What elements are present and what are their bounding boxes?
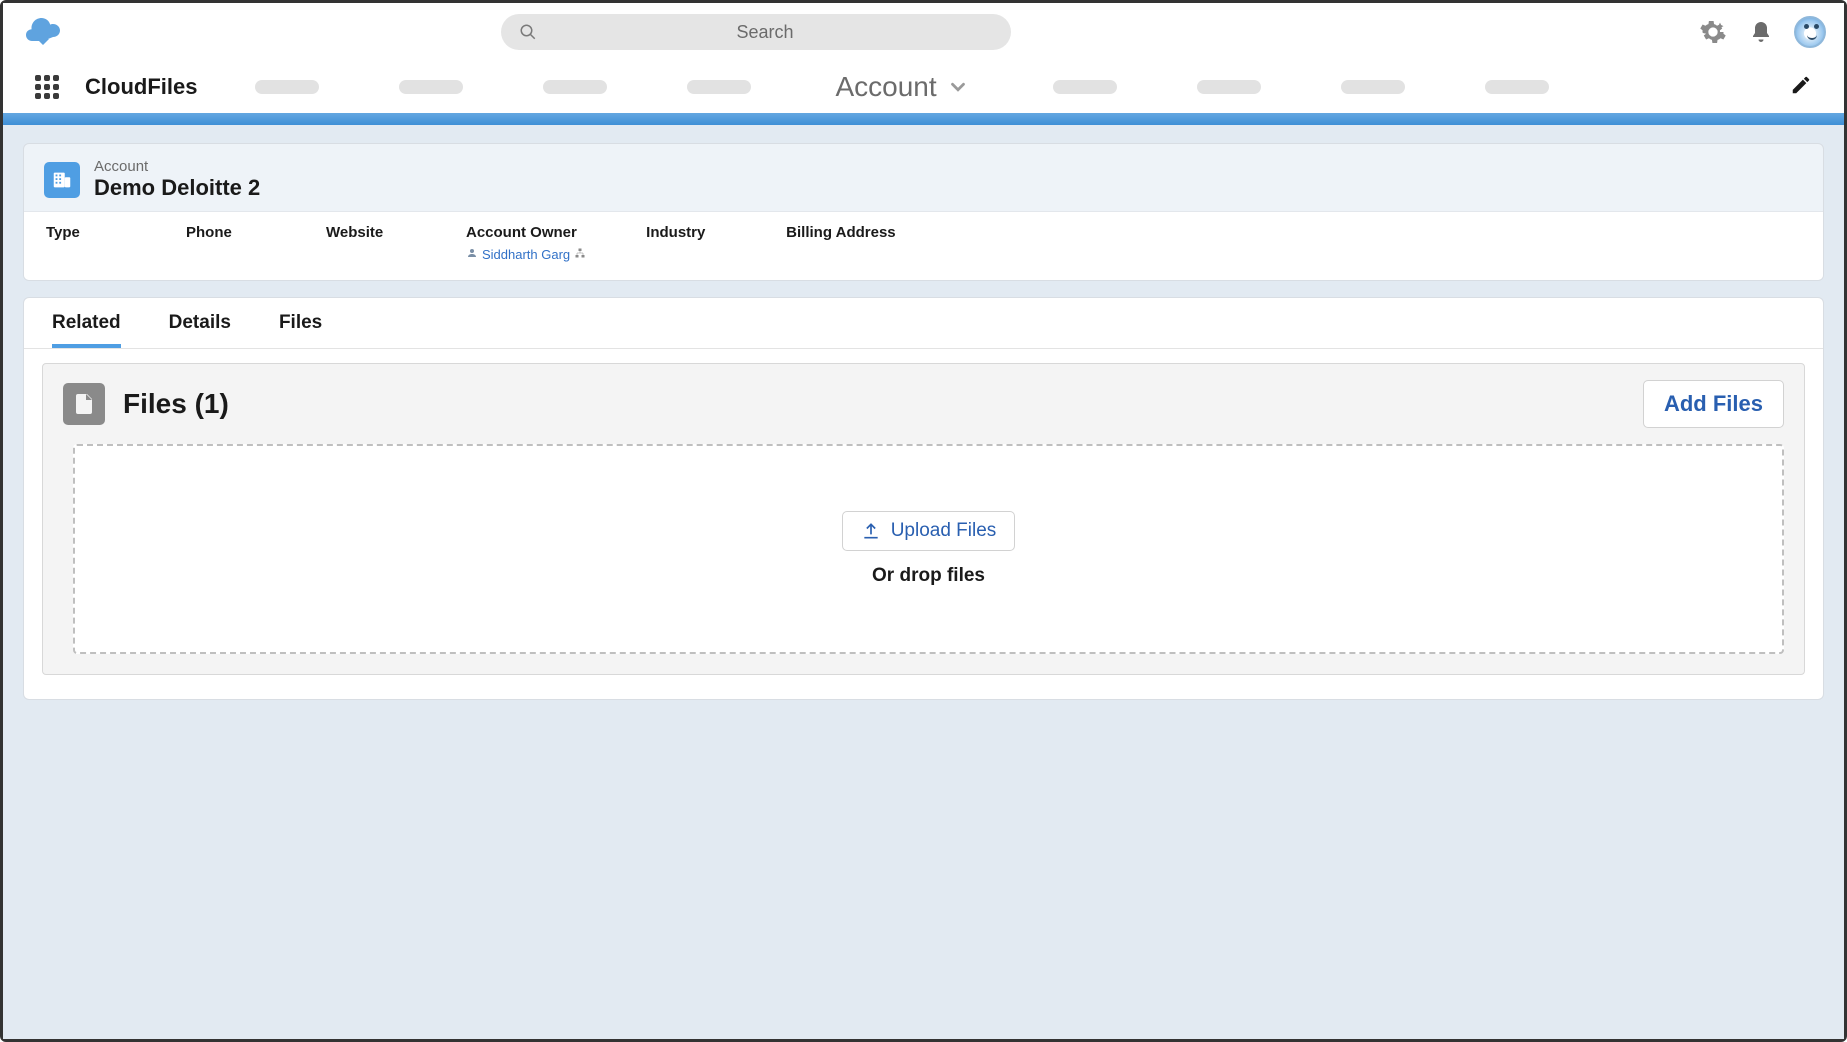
chevron-down-icon (947, 76, 969, 98)
edit-pencil-icon[interactable] (1790, 74, 1812, 101)
nav-placeholder[interactable] (1341, 80, 1405, 94)
nav-placeholder[interactable] (255, 80, 319, 94)
nav-placeholder[interactable] (543, 80, 607, 94)
files-icon (63, 383, 105, 425)
field-type: Type (46, 224, 126, 262)
tab-files[interactable]: Files (279, 312, 322, 348)
account-icon (44, 162, 80, 198)
owner-link[interactable]: Siddharth Garg (482, 247, 570, 262)
account-header: Account Demo Deloitte 2 (24, 144, 1823, 211)
app-name: CloudFiles (85, 74, 197, 100)
upload-files-button[interactable]: Upload Files (842, 511, 1016, 551)
global-header: Search (3, 3, 1844, 61)
account-compact-fields: Type Phone Website Account Owner Siddhar… (24, 211, 1823, 280)
nav-object-label: Account (835, 71, 936, 103)
files-related-list: Files (1) Add Files Upload Files Or drop… (42, 363, 1805, 675)
owner-hierarchy-icon[interactable] (574, 247, 586, 262)
add-files-button[interactable]: Add Files (1643, 380, 1784, 428)
field-phone: Phone (186, 224, 266, 262)
record-type-label: Account (94, 158, 260, 175)
app-nav-bar: CloudFiles Account (3, 61, 1844, 113)
field-website: Website (326, 224, 406, 262)
tab-details[interactable]: Details (169, 312, 231, 348)
field-industry: Industry (646, 224, 726, 262)
search-placeholder: Search (537, 22, 993, 43)
cloud-logo-icon (25, 17, 61, 47)
drop-files-text: Or drop files (872, 565, 985, 587)
field-owner: Account Owner Siddharth Garg (466, 224, 586, 262)
header-actions (1698, 16, 1826, 48)
files-list-header: Files (1) Add Files (43, 364, 1804, 444)
nav-placeholder[interactable] (1485, 80, 1549, 94)
user-avatar[interactable] (1794, 16, 1826, 48)
search-icon (519, 23, 537, 41)
files-title: Files (1) (123, 388, 229, 420)
account-name: Demo Deloitte 2 (94, 175, 260, 201)
tabs-row: Related Details Files (24, 298, 1823, 349)
nav-placeholder[interactable] (399, 80, 463, 94)
app-launcher-icon[interactable] (35, 75, 59, 99)
nav-placeholder[interactable] (687, 80, 751, 94)
nav-object-dropdown[interactable]: Account (835, 71, 968, 103)
record-tabs-card: Related Details Files Files (1) Add File… (23, 297, 1824, 700)
nav-placeholder[interactable] (1053, 80, 1117, 94)
upload-button-label: Upload Files (891, 520, 997, 542)
notifications-bell-icon[interactable] (1746, 17, 1776, 47)
field-billing: Billing Address (786, 224, 895, 262)
nav-placeholder[interactable] (1197, 80, 1261, 94)
setup-gear-icon[interactable] (1698, 17, 1728, 47)
page-body: Account Demo Deloitte 2 Type Phone Websi… (3, 125, 1844, 1039)
account-meta: Account Demo Deloitte 2 (94, 158, 260, 201)
upload-icon (861, 521, 881, 541)
accent-bar (3, 113, 1844, 125)
owner-avatar-icon (466, 247, 478, 262)
file-dropzone[interactable]: Upload Files Or drop files (73, 444, 1784, 654)
account-highlights-card: Account Demo Deloitte 2 Type Phone Websi… (23, 143, 1824, 281)
tab-related[interactable]: Related (52, 312, 121, 348)
global-search[interactable]: Search (501, 14, 1011, 50)
